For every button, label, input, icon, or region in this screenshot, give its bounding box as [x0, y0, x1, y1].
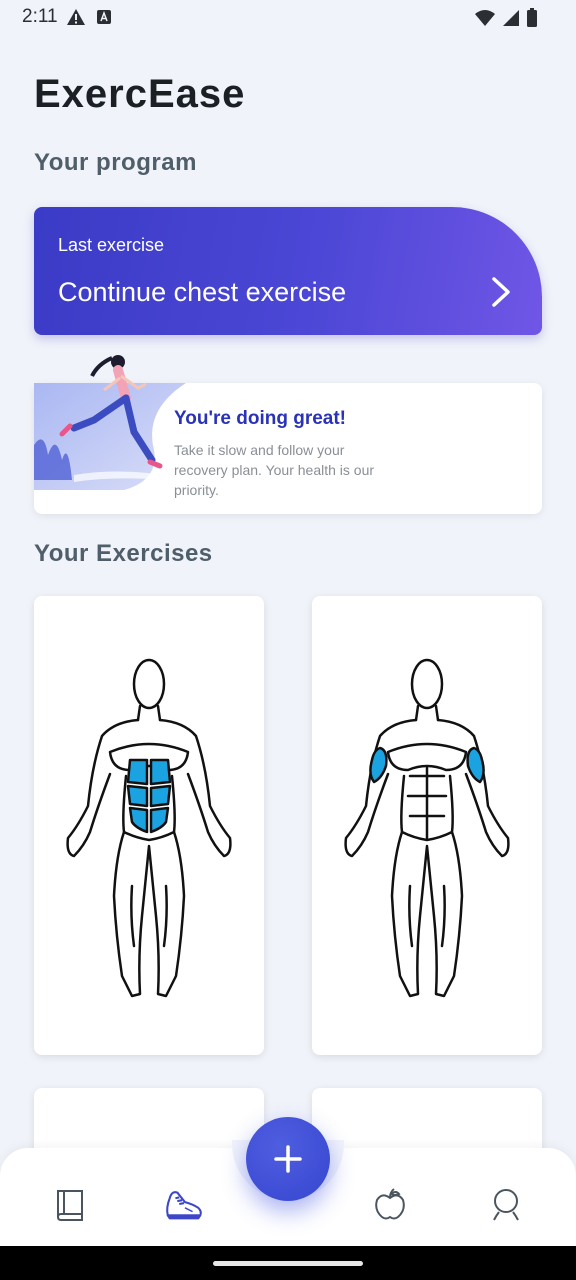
nav-item-nutrition[interactable]	[370, 1184, 410, 1224]
status-right-icons	[474, 8, 538, 28]
app-screen: 2:11 ExercEase Your program Last exercis…	[0, 0, 576, 1280]
plus-icon	[274, 1145, 302, 1173]
apple-icon	[375, 1188, 405, 1220]
exercises-section-title: Your Exercises	[34, 540, 213, 567]
status-time: 2:11	[22, 6, 58, 27]
exercise-card-biceps[interactable]	[312, 596, 542, 1055]
body-diagram-abs	[66, 658, 232, 998]
nav-item-library[interactable]	[50, 1184, 90, 1224]
program-card-subtitle: Last exercise	[58, 235, 165, 255]
nav-item-profile[interactable]	[486, 1184, 526, 1224]
program-card-title: Continue chest exercise	[58, 277, 347, 307]
home-indicator[interactable]	[213, 1261, 363, 1266]
motivation-body: Take it slow and follow your recovery pl…	[174, 442, 375, 498]
warning-icon	[67, 9, 85, 25]
battery-icon	[527, 8, 537, 27]
book-icon	[57, 1190, 83, 1221]
wifi-icon	[475, 10, 495, 26]
app-title: ExercEase	[34, 72, 246, 116]
signal-icon	[503, 10, 519, 26]
body-diagram-biceps	[344, 658, 510, 998]
motivation-title: You're doing great!	[174, 408, 347, 429]
system-navigation-bar	[0, 1246, 576, 1280]
nav-item-exercises[interactable]	[164, 1184, 204, 1224]
keyboard-a-icon	[97, 10, 111, 24]
status-bar: 2:11	[0, 0, 576, 36]
runner-illustration	[34, 355, 186, 490]
chevron-right-icon	[492, 277, 510, 307]
exercise-card-abs[interactable]	[34, 596, 264, 1055]
shoe-icon	[166, 1191, 202, 1220]
continue-exercise-card[interactable]: Last exercise Continue chest exercise	[34, 207, 542, 335]
profile-icon	[493, 1189, 519, 1221]
add-button[interactable]	[246, 1117, 330, 1201]
status-left-icons	[66, 8, 112, 26]
program-section-title: Your program	[34, 149, 197, 176]
